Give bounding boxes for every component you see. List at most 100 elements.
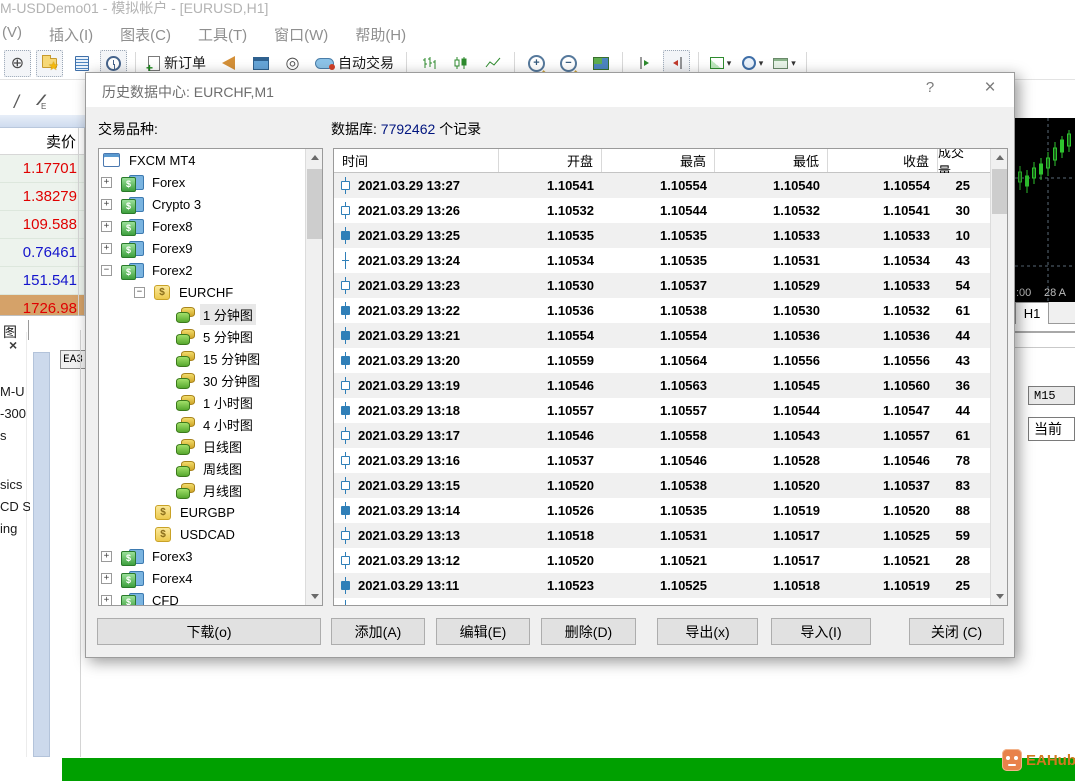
market-watch-row[interactable]: 1.38279 xyxy=(0,183,84,211)
import-button[interactable]: 导入(I) xyxy=(771,618,871,645)
tree-item-eurchf[interactable]: − EURCHF xyxy=(99,281,305,303)
expand-plus-icon[interactable]: + xyxy=(101,594,112,605)
period-select-box[interactable]: 当前 xyxy=(1028,417,1075,441)
close-panel-icon[interactable]: × xyxy=(9,337,17,353)
history-row[interactable]: 2021.03.29 13:26 1.10532 1.10544 1.10532 1.1… xyxy=(334,198,990,223)
help-button[interactable]: ? xyxy=(918,79,942,101)
history-row[interactable]: 2021.03.29 13:22 1.10536 1.10538 1.10530 1.1… xyxy=(334,298,990,323)
eahub-logo[interactable]: EAHub xyxy=(1002,749,1075,771)
tree-item-1-分钟图[interactable]: 1 分钟图 xyxy=(99,303,305,325)
edit-button[interactable]: 编辑(E) xyxy=(436,618,530,645)
sell-price-column-header[interactable]: 卖价 xyxy=(0,128,84,155)
history-row[interactable]: 2021.03.29 13:27 1.10541 1.10554 1.10540 1.1… xyxy=(334,173,990,198)
tree-item-4-小时图[interactable]: 4 小时图 xyxy=(99,413,305,435)
history-row[interactable]: 2021.03.29 13:11 1.10523 1.10525 1.10518 1.1… xyxy=(334,573,990,598)
history-row[interactable]: 2021.03.29 13:14 1.10526 1.10535 1.10519 1.1… xyxy=(334,498,990,523)
history-row[interactable]: 2021.03.29 13:13 1.10518 1.10531 1.10517 1.1… xyxy=(334,523,990,548)
history-row[interactable]: 2021.03.29 13:15 1.10520 1.10538 1.10520 1.1… xyxy=(334,473,990,498)
column-header-close[interactable]: 收盘 xyxy=(828,149,938,172)
trendline-icon[interactable]: / xyxy=(14,92,19,113)
tree-item-forex4[interactable]: + Forex4 xyxy=(99,567,305,589)
tree-item-crypto-3[interactable]: + Crypto 3 xyxy=(99,193,305,215)
tree-item-30-分钟图[interactable]: 30 分钟图 xyxy=(99,369,305,391)
market-watch-row[interactable]: 1726.98 xyxy=(0,295,84,315)
tree-item-usdcad[interactable]: USDCAD xyxy=(99,523,305,545)
history-row[interactable]: 2021.03.29 13:18 1.10557 1.10557 1.10544 1.1… xyxy=(334,398,990,423)
tree-item-日线图[interactable]: 日线图 xyxy=(99,435,305,457)
tree-item-forex8[interactable]: + Forex8 xyxy=(99,215,305,237)
close-button[interactable]: 关闭 (C) xyxy=(909,618,1004,645)
history-row[interactable]: 2021.03.29 13:20 1.10559 1.10564 1.10556 1.1… xyxy=(334,348,990,373)
history-row[interactable]: 2021.03.29 13:23 1.10530 1.10537 1.10529 1.1… xyxy=(334,273,990,298)
favorites-icon[interactable]: ★ xyxy=(36,49,63,77)
market-watch-row[interactable]: 1.17701 xyxy=(0,155,84,183)
dialog-titlebar[interactable]: 历史数据中心: EURCHF,M1 ? × xyxy=(86,73,1014,107)
expand-plus-icon[interactable]: + xyxy=(101,572,112,584)
history-row[interactable]: 2021.03.29 13:12 1.10520 1.10521 1.10517 1.1… xyxy=(334,548,990,573)
tree-item-forex2[interactable]: − Forex2 xyxy=(99,259,305,281)
expand-plus-icon[interactable]: + xyxy=(101,198,112,210)
column-header-time[interactable]: 时间 xyxy=(334,149,499,172)
chart-tab-h1[interactable]: H1 xyxy=(1015,302,1049,324)
tree-item-5-分钟图[interactable]: 5 分钟图 xyxy=(99,325,305,347)
column-header-low[interactable]: 最低 xyxy=(715,149,828,172)
tree-item-forex9[interactable]: + Forex9 xyxy=(99,237,305,259)
menu-item-V[interactable]: (V) xyxy=(2,24,22,45)
tree-item-cfd[interactable]: + CFD xyxy=(99,589,305,605)
tree-item-forex3[interactable]: + Forex3 xyxy=(99,545,305,567)
scroll-thumb[interactable] xyxy=(992,169,1007,214)
scroll-thumb[interactable] xyxy=(307,169,322,239)
tree-scrollbar[interactable] xyxy=(305,149,322,605)
close-dialog-button[interactable]: × xyxy=(976,77,1004,103)
market-watch-row[interactable]: 0.76461 xyxy=(0,239,84,267)
history-row[interactable]: 2021.03.29 13:24 1.10534 1.10535 1.10531 1.1… xyxy=(334,248,990,273)
scroll-down-icon[interactable] xyxy=(991,588,1007,605)
navigator-edge-strip xyxy=(33,352,50,757)
history-row[interactable]: 2021.03.29 13:21 1.10554 1.10554 1.10536 1.1… xyxy=(334,323,990,348)
tree-item-label: 1 小时图 xyxy=(203,395,253,411)
tree-item-forex[interactable]: + Forex xyxy=(99,171,305,193)
expand-plus-icon[interactable]: + xyxy=(101,176,112,188)
time-value: 2021.03.29 13:19 xyxy=(358,378,460,393)
column-header-volume[interactable]: 成交量 xyxy=(938,149,990,179)
crosshair-icon[interactable]: ⊕ xyxy=(4,49,31,77)
delete-button[interactable]: 删除(D) xyxy=(541,618,636,645)
scroll-down-icon[interactable] xyxy=(306,588,322,605)
market-watch-row[interactable]: 109.588 xyxy=(0,211,84,239)
history-row[interactable]: 2021.03.29 13:17 1.10546 1.10558 1.10543 1.1… xyxy=(334,423,990,448)
time-cell: 2021.03.29 13:13 xyxy=(334,523,499,548)
tree-item-1-小时图[interactable]: 1 小时图 xyxy=(99,391,305,413)
ea-label-box[interactable]: EA3 xyxy=(60,350,86,369)
scroll-up-icon[interactable] xyxy=(306,149,322,166)
menu-item-图表C[interactable]: 图表(C) xyxy=(120,24,171,45)
tree-item-月线图[interactable]: 月线图 xyxy=(99,479,305,501)
tree-item-eurgbp[interactable]: EURGBP xyxy=(99,501,305,523)
add-button[interactable]: 添加(A) xyxy=(331,618,425,645)
market-watch-row[interactable]: 151.541 xyxy=(0,267,84,295)
tree-item-fxcm-mt4[interactable]: FXCM MT4 xyxy=(99,149,305,171)
menu-item-工具T[interactable]: 工具(T) xyxy=(198,24,247,45)
collapse-minus-icon[interactable]: − xyxy=(134,286,145,298)
collapse-minus-icon[interactable]: − xyxy=(101,264,112,276)
tree-item-周线图[interactable]: 周线图 xyxy=(99,457,305,479)
history-row[interactable]: 2021.03.29 13:25 1.10535 1.10535 1.10533 1.1… xyxy=(334,223,990,248)
download-button[interactable]: 下载(o) xyxy=(97,618,321,645)
expand-plus-icon[interactable]: + xyxy=(101,550,112,562)
column-header-open[interactable]: 开盘 xyxy=(499,149,602,172)
table-scrollbar[interactable] xyxy=(990,149,1007,605)
menu-item-帮助H[interactable]: 帮助(H) xyxy=(355,24,406,45)
export-button[interactable]: 导出(x) xyxy=(657,618,758,645)
menu-item-插入I[interactable]: 插入(I) xyxy=(49,24,93,45)
tree-item-15-分钟图[interactable]: 15 分钟图 xyxy=(99,347,305,369)
history-row[interactable]: 2021.03.29 13:19 1.10546 1.10563 1.10545 1.1… xyxy=(334,373,990,398)
high-cell: 1.10537 xyxy=(660,278,707,293)
time-cell: 2021.03.29 13:21 xyxy=(334,323,499,348)
menu-item-窗口W[interactable]: 窗口(W) xyxy=(274,24,328,45)
expand-plus-icon[interactable]: + xyxy=(101,220,112,232)
column-header-high[interactable]: 最高 xyxy=(602,149,715,172)
expand-plus-icon[interactable]: + xyxy=(101,242,112,254)
scroll-up-icon[interactable] xyxy=(991,149,1007,166)
cycle-lines-icon[interactable]: ∕∕∕E xyxy=(41,92,47,113)
timeframe-box[interactable]: M15 xyxy=(1028,386,1075,405)
history-row[interactable]: 2021.03.29 13:16 1.10537 1.10546 1.10528 1.1… xyxy=(334,448,990,473)
